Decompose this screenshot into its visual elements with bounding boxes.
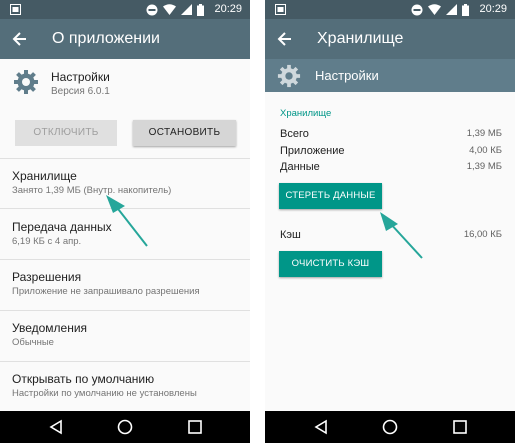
item-title: Уведомления [12, 321, 88, 335]
back-arrow-icon[interactable] [275, 29, 295, 49]
storage-screen: 20:29 Хранилище Настройки Хранилище Всег… [265, 0, 515, 443]
back-nav-icon[interactable] [312, 418, 330, 436]
row-value: 16,00 КБ [463, 229, 502, 240]
row-label: Приложение [280, 145, 345, 157]
row-value: 4,00 КБ [469, 145, 502, 156]
row-label: Данные [280, 161, 320, 173]
back-arrow-icon[interactable] [10, 29, 30, 49]
list-item-notifications[interactable]: Уведомления Обычные [0, 321, 250, 359]
home-nav-icon[interactable] [381, 418, 399, 436]
item-subtitle: 6,19 КБ с 4 апр. [12, 236, 82, 247]
row-label: Кэш [280, 229, 301, 241]
divider [0, 310, 250, 311]
dnd-icon [146, 4, 158, 15]
item-subtitle: Обычные [12, 337, 54, 348]
clear-cache-button[interactable]: ОЧИСТИТЬ КЭШ [279, 251, 382, 277]
battery-icon [197, 3, 204, 16]
signal-icon [446, 4, 457, 15]
app-bar: О приложении [0, 19, 250, 59]
list-item-storage[interactable]: Хранилище Занято 1,39 МБ (Внутр. накопит… [0, 169, 250, 207]
list-item-open-by-default[interactable]: Открывать по умолчанию Настройки по умол… [0, 372, 250, 410]
app-version: Версия 6.0.1 [51, 86, 110, 97]
row-value: 1,39 МБ [466, 161, 502, 172]
screenshot-notification-icon [10, 4, 21, 15]
status-bar: 20:29 [0, 0, 250, 19]
gear-icon [14, 70, 38, 94]
battery-icon [462, 3, 469, 16]
app-bar: Хранилище [265, 19, 515, 59]
clear-data-button[interactable]: СТЕРЕТЬ ДАННЫЕ [279, 183, 382, 209]
status-bar: 20:29 [265, 0, 515, 19]
divider [0, 361, 250, 362]
app-header: Настройки [265, 59, 515, 92]
app-name: Настройки [315, 68, 379, 83]
recents-nav-icon[interactable] [186, 418, 204, 436]
navigation-bar [265, 411, 515, 443]
item-subtitle: Занято 1,39 МБ (Внутр. накопитель) [12, 185, 172, 196]
disable-button[interactable]: ОТКЛЮЧИТЬ [15, 120, 117, 146]
status-time: 20:29 [479, 3, 507, 15]
item-title: Передача данных [12, 220, 112, 234]
wifi-icon [163, 4, 176, 15]
back-nav-icon[interactable] [47, 418, 65, 436]
item-title: Хранилище [12, 169, 77, 183]
item-title: Разрешения [12, 270, 82, 284]
force-stop-button[interactable]: ОСТАНОВИТЬ [133, 120, 236, 146]
row-value: 1,39 МБ [466, 128, 502, 139]
list-item-permissions[interactable]: Разрешения Приложение не запрашивало раз… [0, 270, 250, 308]
recents-nav-icon[interactable] [451, 418, 469, 436]
wifi-icon [428, 4, 441, 15]
navigation-bar [0, 411, 250, 443]
dnd-icon [411, 4, 423, 15]
status-time: 20:29 [214, 3, 242, 15]
list-item-data-usage[interactable]: Передача данных 6,19 КБ с 4 апр. [0, 220, 250, 258]
item-subtitle: Настройки по умолчанию не установлены [12, 388, 197, 399]
page-title: О приложении [52, 30, 160, 47]
item-title: Открывать по умолчанию [12, 372, 155, 386]
row-label: Всего [280, 128, 309, 140]
home-nav-icon[interactable] [116, 418, 134, 436]
gear-icon [277, 64, 301, 88]
app-info-screen: 20:29 О приложении Настройки Версия 6.0.… [0, 0, 250, 443]
divider [0, 158, 250, 159]
section-title: Хранилище [280, 108, 332, 119]
divider [0, 208, 250, 209]
signal-icon [181, 4, 192, 15]
divider [0, 259, 250, 260]
app-name: Настройки [51, 70, 110, 84]
page-title: Хранилище [317, 30, 404, 47]
screenshot-notification-icon [275, 4, 286, 15]
item-subtitle: Приложение не запрашивало разрешения [12, 286, 200, 297]
